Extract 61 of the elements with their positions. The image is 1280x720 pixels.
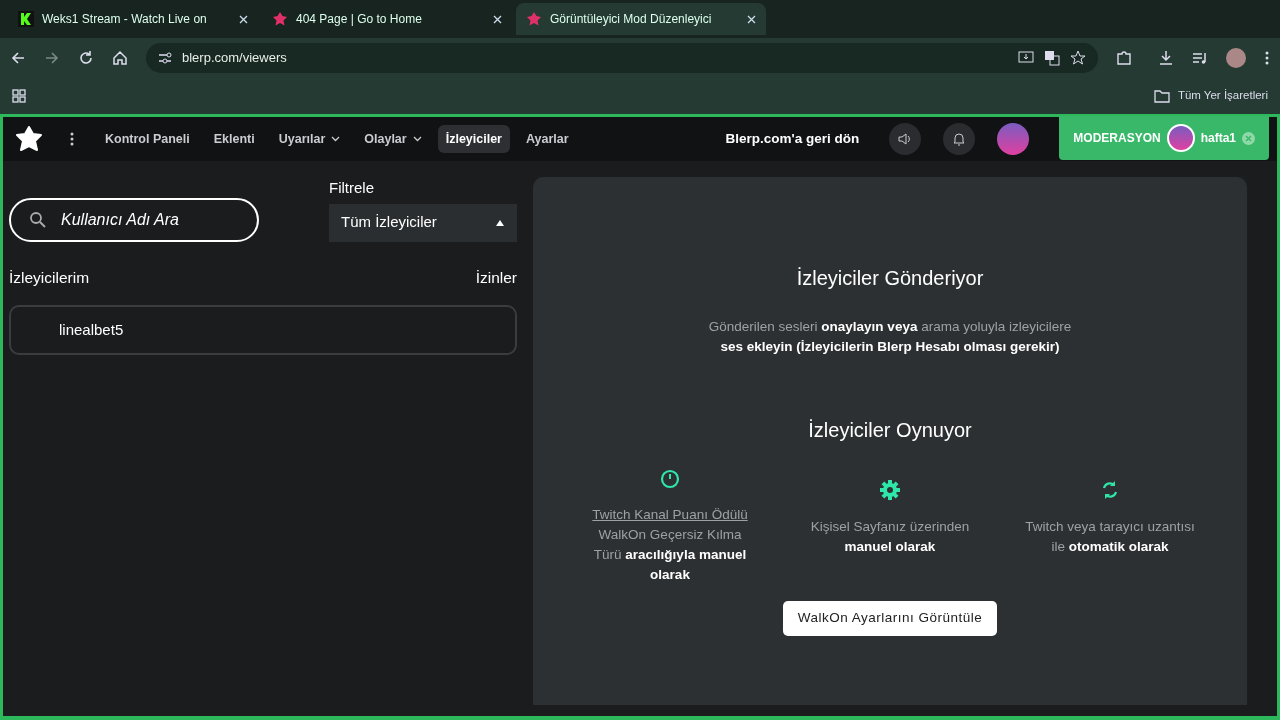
browser-tab[interactable]: Görüntüleyici Mod Düzenleyici	[516, 3, 766, 35]
browser-tab[interactable]: Weks1 Stream - Watch Live on	[8, 3, 258, 35]
viewer-row[interactable]: linealbet5	[9, 304, 517, 355]
forward-icon[interactable]	[44, 50, 60, 66]
browser-tab[interactable]: 404 Page | Go to Home	[262, 3, 512, 35]
section-title: İzleyiciler Oynuyor	[808, 418, 972, 443]
caret-icon	[495, 218, 505, 227]
search-icon	[29, 210, 47, 229]
chevron-down-icon	[331, 136, 341, 142]
close-icon[interactable]	[747, 14, 756, 24]
timer-icon	[660, 469, 680, 489]
username: hafta1	[1200, 130, 1236, 147]
reload-icon[interactable]	[78, 50, 94, 66]
home-icon[interactable]	[112, 50, 128, 66]
permissions-label: İzinler	[475, 267, 517, 288]
chevron-down-icon	[412, 136, 422, 142]
filter-dropdown[interactable]: Tüm İzleyiciler	[329, 203, 517, 242]
nav-link[interactable]: Ayarlar	[518, 124, 577, 154]
nav-link[interactable]: Olaylar	[356, 124, 430, 154]
reward-link[interactable]: Twitch Kanal Puanı Ödülü	[592, 505, 748, 526]
menu-icon[interactable]	[1264, 50, 1270, 66]
description-text: Twitch veya tarayıcı uzantısı ile otomatik olarak	[1025, 518, 1195, 556]
profile-avatar[interactable]	[1226, 48, 1246, 68]
description-text: Gönderilen sesleri onaylayın veya arama yoluyla izleyicilere ses ekleyin (İzleyicilerin Blerp Hesabı olması gerekir)	[707, 318, 1073, 356]
media-icon[interactable]	[1192, 50, 1208, 66]
notification-button[interactable]	[943, 123, 976, 155]
section-title: İzleyiciler Gönderiyor	[796, 266, 984, 291]
translate-icon[interactable]	[1044, 50, 1060, 66]
walkon-settings-button[interactable]: WalkOn Ayarlarını Görüntüle	[782, 601, 998, 636]
user-avatar	[1166, 124, 1195, 152]
folder-icon	[1153, 89, 1170, 103]
close-icon[interactable]	[239, 14, 248, 24]
search-field[interactable]: Kullanıcı Adı Ara	[9, 197, 259, 242]
volume-button[interactable]	[889, 123, 922, 155]
k-logo-icon	[18, 11, 34, 27]
description-text: WalkOn Geçersiz Kılma Türü aracılığıyla manuel olarak	[592, 526, 748, 585]
nav-link[interactable]: Eklenti	[205, 124, 263, 154]
logo-icon[interactable]	[15, 126, 43, 152]
install-icon[interactable]	[1018, 50, 1034, 66]
download-icon[interactable]	[1158, 50, 1174, 66]
user-avatar[interactable]	[997, 123, 1030, 155]
site-settings-icon[interactable]	[158, 51, 172, 65]
apps-icon[interactable]	[12, 89, 26, 103]
back-icon[interactable]	[10, 50, 26, 66]
filter-label: Filtrele	[329, 178, 375, 198]
list-title: İzleyicilerim	[9, 267, 90, 288]
star-logo-icon	[526, 11, 542, 27]
puzzle-icon[interactable]	[1116, 50, 1132, 66]
description-text: Kişisel Sayfanız üzerinden manuel olarak	[809, 518, 971, 556]
all-bookmarks-link[interactable]: Tüm Yer İşaretleri	[1177, 87, 1268, 105]
nav-link[interactable]: Uyarılar	[270, 124, 349, 154]
sync-icon	[1100, 479, 1120, 501]
nav-link[interactable]: Kontrol Paneli	[97, 124, 198, 154]
moderation-label: MODERASYON	[1073, 130, 1161, 147]
nav-link[interactable]: İzleyiciler	[437, 124, 510, 154]
bell-icon	[952, 131, 967, 147]
close-icon[interactable]	[493, 14, 502, 24]
back-link[interactable]: Blerp.com'a geri dön	[725, 128, 860, 150]
star-icon[interactable]	[1070, 50, 1086, 66]
more-icon[interactable]	[69, 131, 75, 147]
star-logo-icon	[272, 11, 288, 27]
